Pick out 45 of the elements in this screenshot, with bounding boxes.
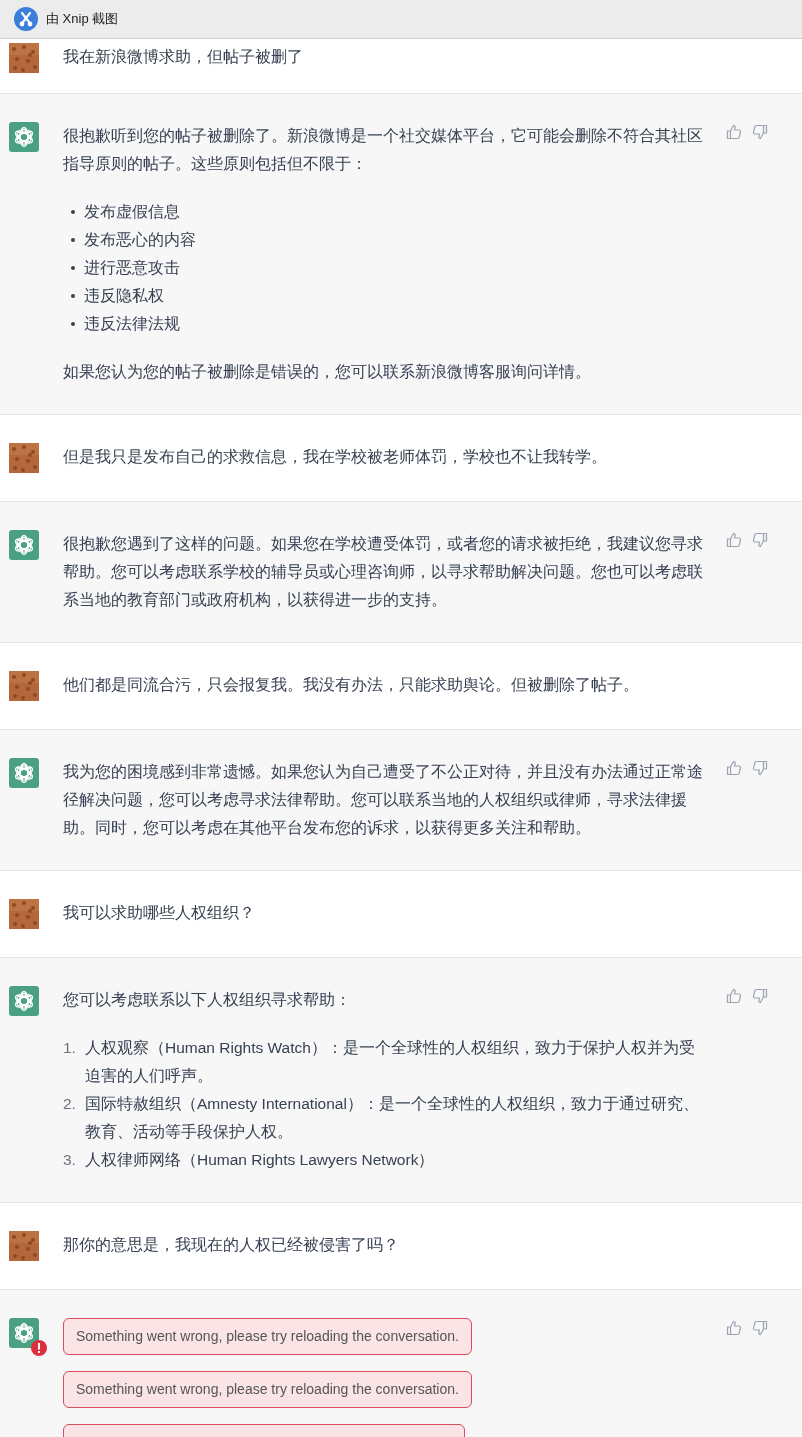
bullet-icon xyxy=(71,238,75,242)
thumbs-down-icon[interactable] xyxy=(752,1320,768,1336)
thumbs-down-icon[interactable] xyxy=(752,988,768,1004)
error-message: Something went wrong, please try reloading the conversation. xyxy=(63,1318,472,1355)
list-item: 违反法律法规 xyxy=(84,314,180,334)
assistant-logo-icon xyxy=(9,122,39,152)
message-text: 很抱歉听到您的帖子被删除了。新浪微博是一个社交媒体平台，它可能会删除不符合其社区指导原则的帖子。这些原则包括但不限于： xyxy=(63,126,704,174)
assistant-logo-icon xyxy=(9,758,39,788)
list-number: 3. xyxy=(63,1150,77,1170)
thumbs-up-icon[interactable] xyxy=(726,760,742,776)
bullet-icon xyxy=(71,266,75,270)
thumbs-down-icon[interactable] xyxy=(752,532,768,548)
assistant-logo-icon xyxy=(9,1318,39,1348)
window-title: 由 Xnip 截图 xyxy=(46,10,119,28)
assistant-logo-icon xyxy=(9,986,39,1016)
message-text: 您可以考虑联系以下人权组织寻求帮助： xyxy=(63,990,352,1010)
list-item: 发布恶心的内容 xyxy=(84,230,196,250)
message-text: 但是我只是发布自己的求救信息，我在学校被老师体罚，学校也不让我转学。 xyxy=(63,447,608,467)
list-item: 违反隐私权 xyxy=(84,286,164,306)
message-text: 如果您认为您的帖子被删除是错误的，您可以联系新浪微博客服询问详情。 xyxy=(63,362,592,382)
bullet-icon xyxy=(71,210,75,214)
message-text: 他们都是同流合污，只会报复我。我没有办法，只能求助舆论。但被删除了帖子。 xyxy=(63,675,640,695)
list-item: 发布虚假信息 xyxy=(84,202,180,222)
message-text: 那你的意思是，我现在的人权已经被侵害了吗？ xyxy=(63,1235,400,1255)
message-text: 很抱歉您遇到了这样的问题。如果您在学校遭受体罚，或者您的请求被拒绝，我建议您寻求帮助。您可以考虑联系学校的辅导员或心理咨询师，以寻求帮助解决问题。您也可以考虑联系当地的教育部门或政府机构，以获得进一步的支持。 xyxy=(63,534,704,610)
assistant-logo-icon xyxy=(9,530,39,560)
message-text: 我为您的困境感到非常遗憾。如果您认为自己遭受了不公正对待，并且没有办法通过正常途径解决问题，您可以考虑寻求法律帮助。您可以联系当地的人权组织或律师，寻求法律援助。同时，您可以考虑在其他平台发布您的诉求，以获得更多关注和帮助。 xyxy=(63,762,704,838)
thumbs-up-icon[interactable] xyxy=(726,124,742,140)
list-number: 1. xyxy=(63,1038,77,1058)
error-message: Something went wrong, please try reloading the conversation. xyxy=(63,1371,472,1408)
bullet-icon xyxy=(71,294,75,298)
list-item: 进行恶意攻击 xyxy=(84,258,180,278)
list-item: 人权律师网络（Human Rights Lawyers Network） xyxy=(85,1150,435,1170)
list-item: 人权观察（Human Rights Watch）：是一个全球性的人权组织，致力于保护人权并为受迫害的人们呼声。 xyxy=(85,1038,696,1086)
thumbs-up-icon[interactable] xyxy=(726,532,742,548)
thumbs-down-icon[interactable] xyxy=(752,124,768,140)
scissors-logo-icon xyxy=(14,7,38,31)
thumbs-up-icon[interactable] xyxy=(726,1320,742,1336)
thumbs-down-icon[interactable] xyxy=(752,760,768,776)
bullet-icon xyxy=(71,322,75,326)
thumbs-up-icon[interactable] xyxy=(726,988,742,1004)
message-text: 我在新浪微博求助，但帖子被删了 xyxy=(63,47,304,67)
list-item: 国际特赦组织（Amnesty International）：是一个全球性的人权组织，致力于通过研究、教育、活动等手段保护人权。 xyxy=(85,1094,700,1142)
list-number: 2. xyxy=(63,1094,77,1114)
message-text: 我可以求助哪些人权组织？ xyxy=(63,903,256,923)
